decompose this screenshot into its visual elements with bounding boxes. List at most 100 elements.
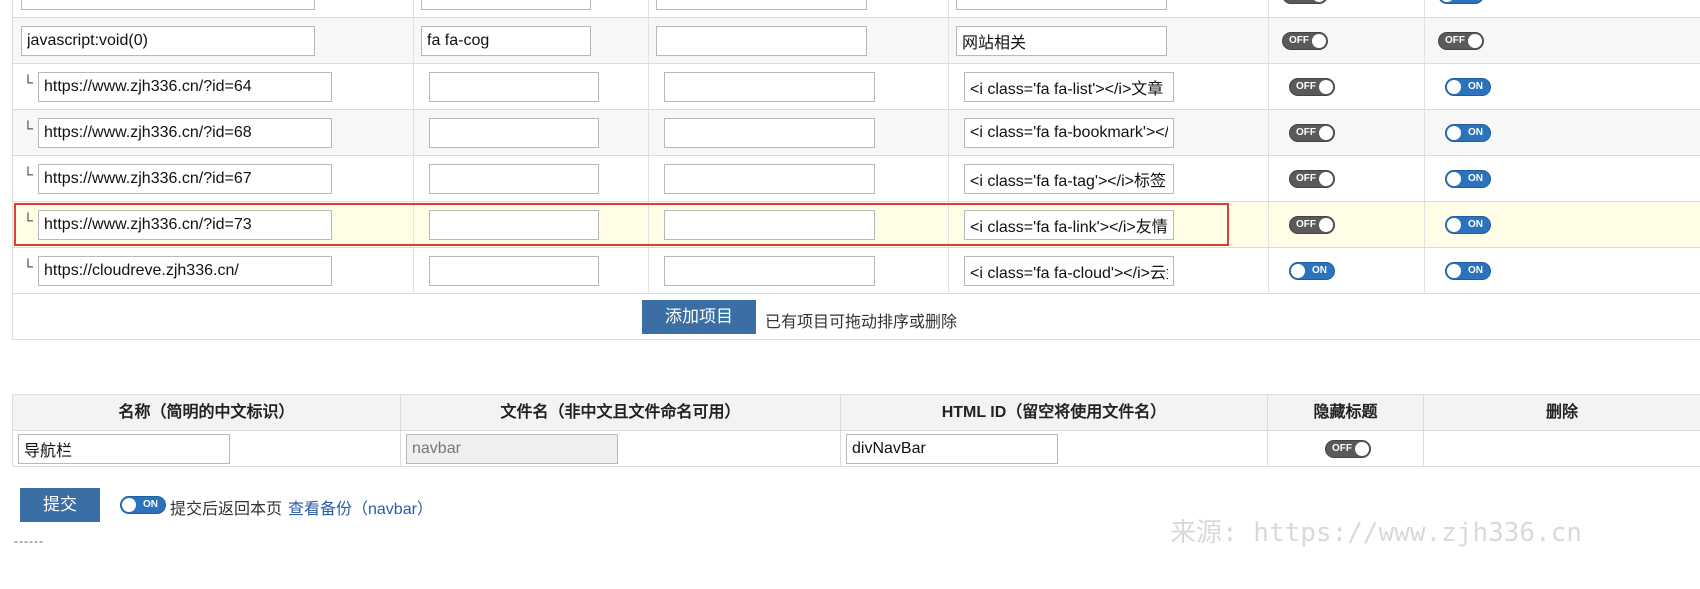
toggle-knob xyxy=(1440,0,1454,2)
child-indent-marker: └ xyxy=(23,120,33,136)
add-item-button[interactable]: 添加项目 xyxy=(642,300,756,334)
nav-item-url-input[interactable] xyxy=(38,256,332,286)
view-backup-link[interactable]: 查看备份（navbar） xyxy=(288,495,433,519)
nav-item-html-input[interactable] xyxy=(964,118,1174,148)
return-to-page-label: 提交后返回本页 xyxy=(170,501,283,518)
cell-hide-title: OFF xyxy=(1268,431,1424,467)
toggle-label: OFF xyxy=(1296,127,1316,138)
nav-item-icon-input[interactable] xyxy=(429,164,599,194)
nav-item-toggle-1[interactable]: ON xyxy=(1289,262,1335,280)
toggle-label: OFF xyxy=(1296,219,1316,230)
module-name-input[interactable] xyxy=(18,434,230,464)
nav-item-row[interactable]: └ OFF ON xyxy=(12,156,1700,202)
nav-item-url-input[interactable] xyxy=(38,164,332,194)
header-delete: 删除 xyxy=(1424,395,1700,431)
toggle-knob xyxy=(1312,0,1326,2)
toggle-label: OFF xyxy=(1289,35,1309,46)
nav-item-toggle-1[interactable]: OFF xyxy=(1289,78,1335,96)
toggle-knob xyxy=(122,498,136,512)
nav-item-row[interactable]: └ OFF ON xyxy=(12,110,1700,156)
toggle-label: OFF xyxy=(1445,35,1465,46)
module-html-id-input[interactable] xyxy=(846,434,1058,464)
toggle-knob xyxy=(1319,126,1333,140)
toggle-knob xyxy=(1319,80,1333,94)
nav-item-toggle-1[interactable]: OFF xyxy=(1289,124,1335,142)
nav-item-url-input[interactable] xyxy=(38,72,332,102)
toggle-label: OFF xyxy=(1296,81,1316,92)
nav-item-row[interactable]: OFF ON xyxy=(12,0,1700,18)
toggle-label: ON xyxy=(1468,219,1483,230)
nav-item-toggle-2[interactable]: OFF xyxy=(1438,32,1484,50)
nav-item-url-input[interactable] xyxy=(21,26,315,56)
cell-html-id xyxy=(841,431,1268,467)
cell-filename xyxy=(401,431,841,467)
toggle-knob xyxy=(1447,80,1461,94)
child-indent-marker: └ xyxy=(23,74,33,90)
toggle-knob xyxy=(1291,264,1305,278)
nav-item-html-input[interactable] xyxy=(964,164,1174,194)
nav-item-icon-input[interactable] xyxy=(429,256,599,286)
dashes: ------ xyxy=(14,534,44,548)
header-name: 名称（简明的中文标识） xyxy=(13,395,401,431)
toggle-knob xyxy=(1447,172,1461,186)
nav-item-toggle-2[interactable]: ON xyxy=(1445,216,1491,234)
toggle-label: OFF xyxy=(1289,0,1309,3)
header-filename: 文件名（非中文且文件命名可用） xyxy=(401,395,841,431)
nav-item-target-input[interactable] xyxy=(664,118,875,148)
cell-delete xyxy=(1424,431,1700,467)
highlight-annotation-box xyxy=(14,203,1229,246)
toggle-label: ON xyxy=(1468,265,1483,276)
toggle-label: ON xyxy=(1461,0,1476,3)
toggle-knob xyxy=(1355,442,1369,456)
toggle-label: OFF xyxy=(1296,173,1316,184)
nav-item-icon-input[interactable] xyxy=(429,118,599,148)
nav-item-toggle-1[interactable]: OFF xyxy=(1289,216,1335,234)
nav-item-toggle-2[interactable]: ON xyxy=(1445,262,1491,280)
nav-item-row[interactable]: └ ON ON xyxy=(12,248,1700,294)
add-item-row: 添加项目 已有项目可拖动排序或删除 xyxy=(12,294,1700,340)
child-indent-marker: └ xyxy=(23,258,33,274)
toggle-knob xyxy=(1319,218,1333,232)
nav-item-toggle-1[interactable]: OFF xyxy=(1289,170,1335,188)
add-item-hint: 已有项目可拖动排序或删除 xyxy=(765,314,958,331)
module-filename-input xyxy=(406,434,618,464)
nav-item-row[interactable]: OFF OFF xyxy=(12,18,1700,64)
nav-item-toggle-1[interactable]: OFF xyxy=(1282,32,1328,50)
hide-title-switch[interactable]: OFF xyxy=(1325,440,1371,458)
nav-item-target-input[interactable] xyxy=(656,0,867,10)
nav-item-target-input[interactable] xyxy=(656,26,867,56)
nav-item-toggle-2[interactable]: ON xyxy=(1445,124,1491,142)
submit-button[interactable]: 提交 xyxy=(20,488,100,522)
nav-item-row[interactable]: └ OFF ON xyxy=(12,64,1700,110)
nav-item-html-input[interactable] xyxy=(964,256,1174,286)
nav-item-url-input[interactable] xyxy=(21,0,315,10)
nav-item-icon-input[interactable] xyxy=(421,0,591,10)
nav-item-toggle-2[interactable]: ON xyxy=(1445,78,1491,96)
nav-item-html-input[interactable] xyxy=(956,0,1167,10)
toggle-label: OFF xyxy=(1332,443,1352,454)
header-html-id: HTML ID（留空将使用文件名） xyxy=(841,395,1268,431)
toggle-label: ON xyxy=(1312,265,1327,276)
nav-item-target-input[interactable] xyxy=(664,72,875,102)
child-indent-marker: └ xyxy=(23,166,33,182)
module-settings-table: 名称（简明的中文标识） 文件名（非中文且文件命名可用） HTML ID（留空将使… xyxy=(12,394,1700,467)
nav-item-html-input[interactable] xyxy=(964,72,1174,102)
nav-item-target-input[interactable] xyxy=(664,164,875,194)
return-switch[interactable]: ON xyxy=(120,496,166,514)
nav-item-toggle-2[interactable]: ON xyxy=(1438,0,1484,4)
nav-item-html-input[interactable] xyxy=(956,26,1167,56)
toggle-label: ON xyxy=(1468,173,1483,184)
toggle-label: ON xyxy=(1468,81,1483,92)
toggle-label: ON xyxy=(143,499,158,510)
toggle-knob xyxy=(1319,172,1333,186)
toggle-knob xyxy=(1312,34,1326,48)
nav-item-url-input[interactable] xyxy=(38,118,332,148)
toggle-knob xyxy=(1447,218,1461,232)
nav-item-icon-input[interactable] xyxy=(429,72,599,102)
nav-item-target-input[interactable] xyxy=(664,256,875,286)
nav-item-icon-input[interactable] xyxy=(421,26,591,56)
toggle-knob xyxy=(1447,264,1461,278)
watermark: 来源: https://www.zjh336.cn xyxy=(1170,518,1583,548)
nav-item-toggle-1[interactable]: OFF xyxy=(1282,0,1328,4)
nav-item-toggle-2[interactable]: ON xyxy=(1445,170,1491,188)
